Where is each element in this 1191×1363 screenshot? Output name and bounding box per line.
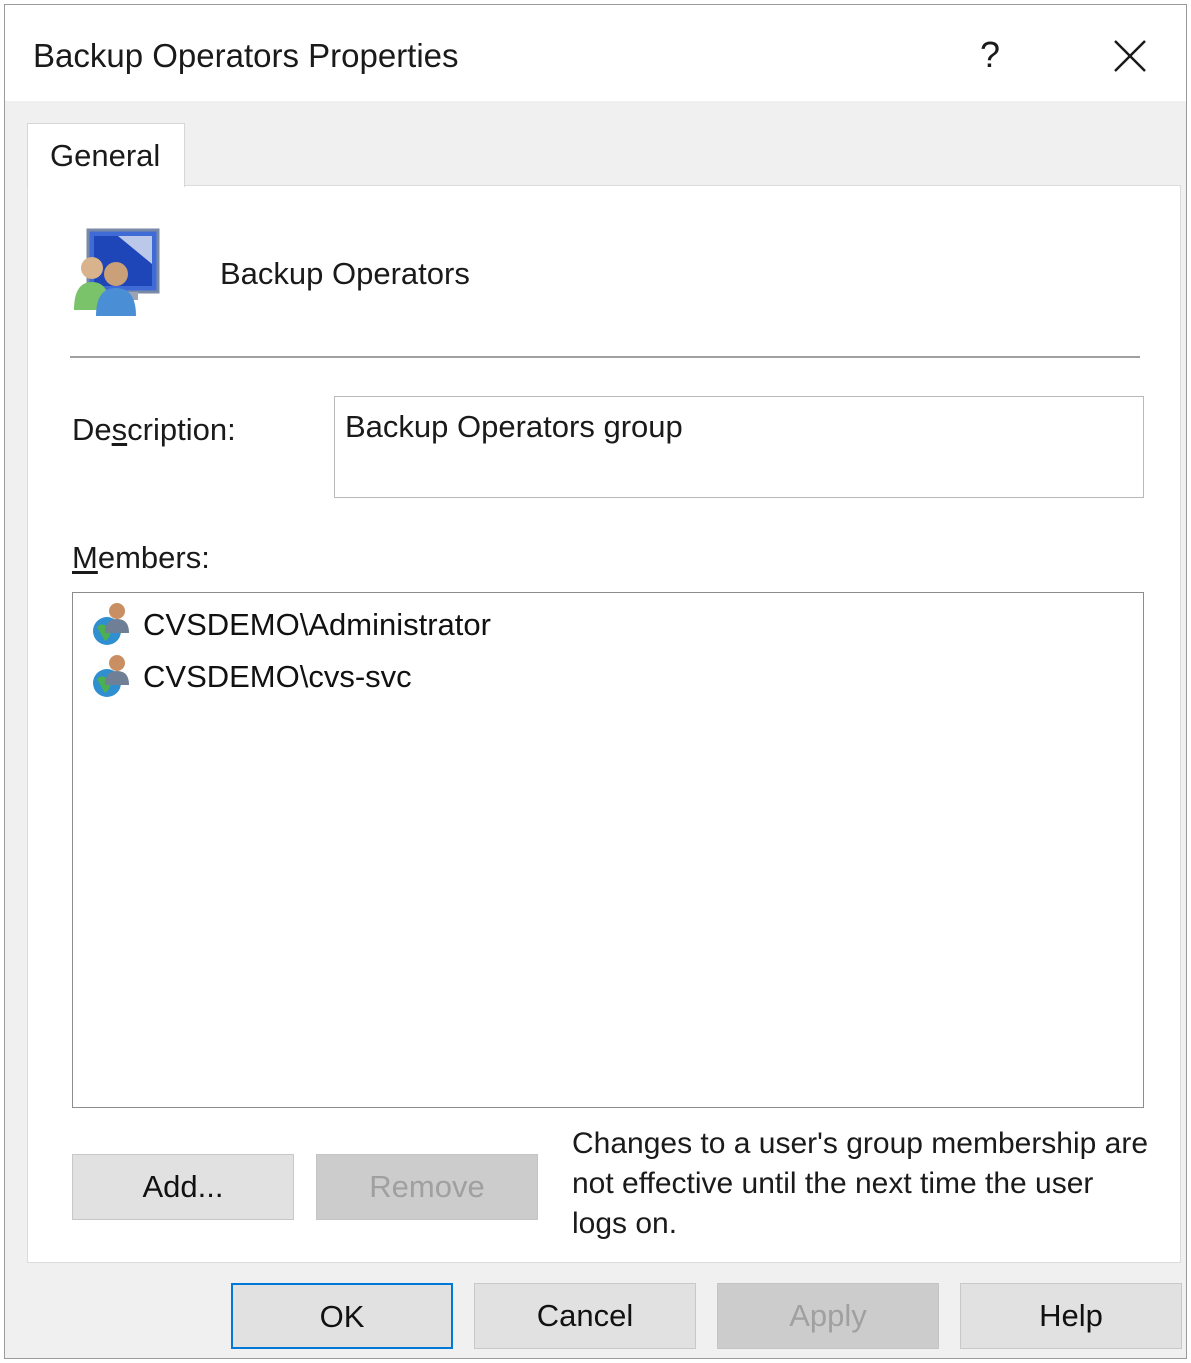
tab-general[interactable]: General [27, 123, 185, 187]
members-label: Members: [72, 540, 210, 575]
list-item[interactable]: CVSDEMO\cvs-svc [87, 649, 987, 699]
close-icon [1114, 40, 1146, 72]
remove-button[interactable]: Remove [316, 1154, 538, 1220]
members-list[interactable]: CVSDEMO\Administrator CVSDEMO\cvs-svc [72, 592, 1144, 1108]
group-name: Backup Operators [220, 256, 470, 291]
membership-note: Changes to a user's group membership are… [572, 1127, 1149, 1240]
title-help-button[interactable]: ? [945, 25, 1035, 85]
description-field[interactable]: Backup Operators group [334, 396, 1144, 498]
list-item[interactable]: CVSDEMO\Administrator [87, 597, 987, 647]
separator [70, 356, 1140, 358]
ok-button[interactable]: OK [231, 1283, 453, 1349]
general-panel: Backup Operators Description: Backup Ope… [27, 185, 1181, 1263]
domain-user-icon [93, 603, 129, 645]
add-button[interactable]: Add... [72, 1154, 294, 1220]
member-name: CVSDEMO\cvs-svc [143, 659, 412, 694]
domain-user-icon [93, 655, 129, 697]
help-button[interactable]: Help [960, 1283, 1182, 1349]
apply-button[interactable]: Apply [717, 1283, 939, 1349]
user-group-icon [74, 228, 160, 316]
cancel-button[interactable]: Cancel [474, 1283, 696, 1349]
window-title: Backup Operators Properties [33, 37, 459, 74]
description-label: Description: [72, 412, 236, 447]
close-button[interactable] [1085, 25, 1175, 85]
properties-dialog: Backup Operators Properties ? General Ba… [4, 4, 1187, 1359]
member-name: CVSDEMO\Administrator [143, 607, 491, 642]
tab-general-label: General [50, 138, 161, 173]
title-bar: Backup Operators Properties ? [5, 5, 1186, 101]
